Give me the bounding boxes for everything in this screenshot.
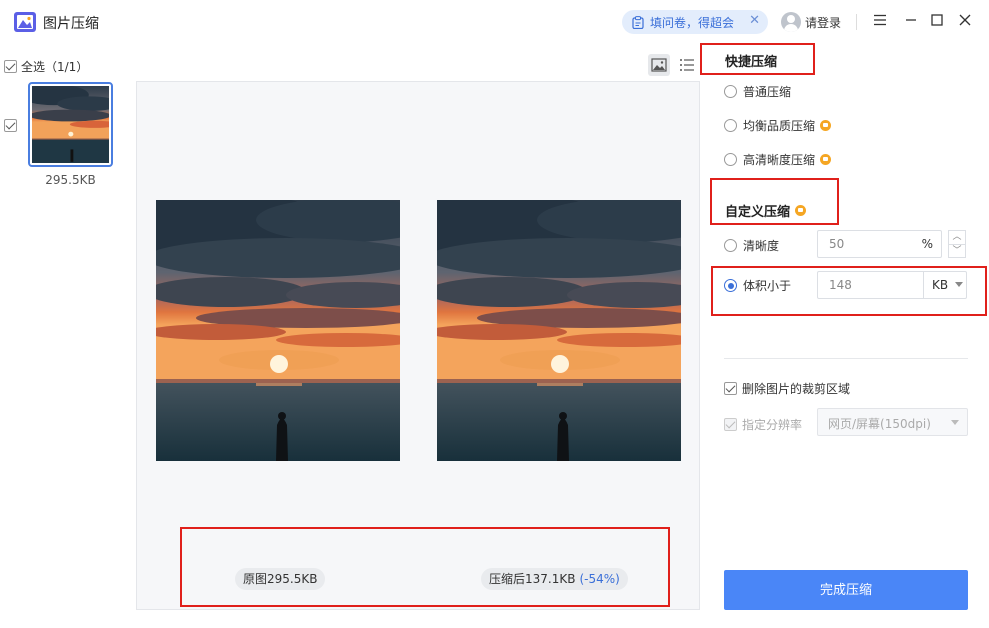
chevron-down-icon[interactable]: ﹀ <box>949 244 965 257</box>
resolution-checkbox[interactable]: 指定分辨率 <box>724 416 802 433</box>
radio-quality[interactable]: 清晰度 <box>724 237 779 254</box>
checkbox-icon <box>724 382 737 395</box>
radio-icon <box>724 153 737 166</box>
annotation-box-quick <box>700 43 815 75</box>
quality-stepper[interactable]: ︿ ﹀ <box>948 230 966 258</box>
title-bar: 图片压缩 填问卷，得超会 ✕ 请登录 <box>0 0 989 44</box>
divider <box>724 358 968 359</box>
quality-label: 清晰度 <box>743 239 780 253</box>
checkbox-icon <box>4 60 17 73</box>
option-label: 高清晰度压缩 <box>743 153 816 167</box>
remove-crop-label: 删除图片的裁剪区域 <box>742 382 851 396</box>
select-all-checkbox[interactable]: 全选（1/1） <box>4 58 88 75</box>
app-title: 图片压缩 <box>43 16 99 32</box>
survey-banner[interactable]: 填问卷，得超会 ✕ <box>622 10 768 34</box>
survey-label: 填问卷，得超会 <box>650 15 735 30</box>
caret-down-icon <box>951 420 959 425</box>
annotation-box-custom <box>710 178 839 225</box>
login-label: 请登录 <box>805 15 842 30</box>
radio-normal-compress[interactable]: 普通压缩 <box>724 83 791 100</box>
login-button[interactable]: 请登录 <box>781 12 841 32</box>
list-icon <box>680 59 694 71</box>
vip-badge-icon <box>820 154 832 165</box>
clipboard-icon <box>632 15 644 29</box>
option-label: 普通压缩 <box>743 85 792 99</box>
minimize-icon[interactable] <box>902 12 920 30</box>
compressed-image <box>437 200 681 461</box>
close-survey-icon[interactable]: ✕ <box>749 13 760 28</box>
radio-icon <box>724 239 737 252</box>
resolution-label: 指定分辨率 <box>742 418 803 432</box>
app-logo-icon <box>14 12 36 32</box>
chevron-up-icon[interactable]: ︿ <box>949 231 965 244</box>
radio-icon <box>724 85 737 98</box>
image-view-button[interactable] <box>648 54 670 76</box>
remove-crop-checkbox[interactable]: 删除图片的裁剪区域 <box>724 380 850 397</box>
radio-icon <box>724 119 737 132</box>
sunset-thumbnail-image <box>19 84 121 163</box>
annotation-box-size <box>711 266 987 316</box>
select-all-label: 全选（1/1） <box>21 60 89 74</box>
toolbar-divider <box>856 14 857 30</box>
quality-value: 50 <box>829 237 845 251</box>
radio-hd-compress[interactable]: 高清晰度压缩 <box>724 151 832 168</box>
close-icon[interactable] <box>956 12 974 30</box>
image-icon <box>651 58 667 72</box>
finish-compress-button[interactable]: 完成压缩 <box>724 570 968 610</box>
maximize-icon[interactable] <box>928 12 946 30</box>
settings-panel: 快捷压缩 普通压缩 均衡品质压缩 高清晰度压缩 自定义压缩 清晰度 50 % ︿… <box>700 44 989 628</box>
thumbnail-size: 295.5KB <box>45 173 96 187</box>
vip-badge-icon <box>820 120 832 131</box>
view-toggle <box>648 54 698 76</box>
quality-input[interactable]: 50 % <box>817 230 942 258</box>
avatar-icon <box>781 12 801 32</box>
image-thumbnail[interactable] <box>19 82 121 167</box>
resolution-select[interactable]: 网页/屏幕(150dpi) <box>817 408 968 436</box>
menu-icon[interactable] <box>871 12 889 30</box>
original-image <box>156 200 400 461</box>
annotation-box-result <box>180 527 670 607</box>
radio-balanced-compress[interactable]: 均衡品质压缩 <box>724 117 832 134</box>
checkbox-icon <box>724 418 737 431</box>
list-view-button[interactable] <box>676 54 698 76</box>
quality-unit: % <box>921 237 933 251</box>
option-label: 均衡品质压缩 <box>743 119 816 133</box>
resolution-value: 网页/屏幕(150dpi) <box>828 417 931 431</box>
thumbnail-checkbox[interactable] <box>4 119 17 132</box>
